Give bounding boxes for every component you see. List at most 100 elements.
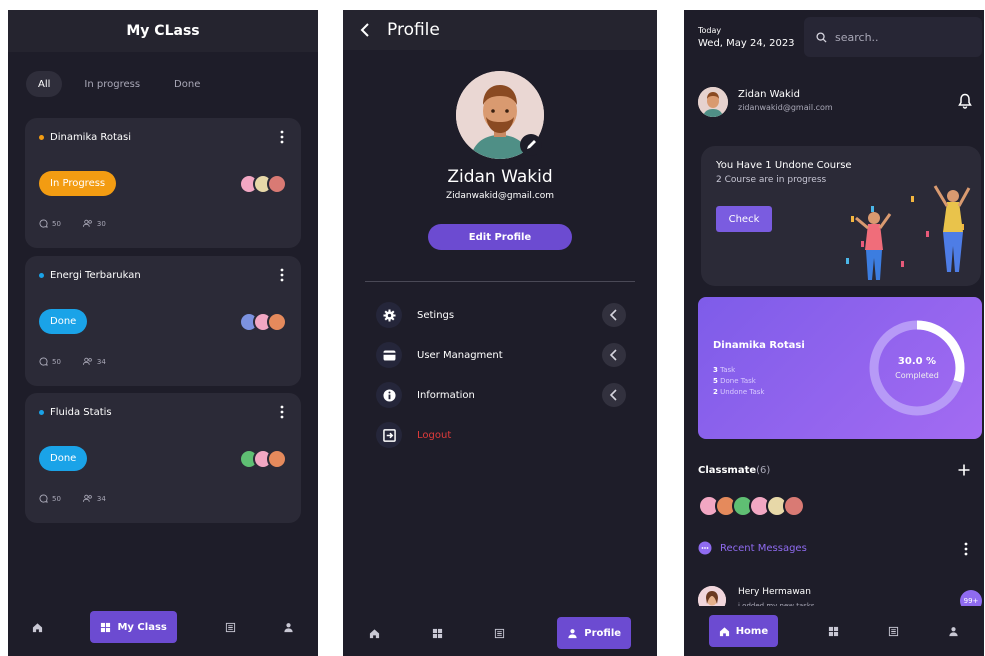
user-icon bbox=[568, 628, 577, 638]
nav-tasks[interactable] bbox=[494, 628, 505, 639]
bottom-nav: Profile bbox=[343, 610, 657, 656]
nav-profile[interactable] bbox=[948, 626, 959, 637]
members-icon bbox=[82, 357, 92, 365]
today-label: Today bbox=[698, 26, 722, 35]
course-progress-card[interactable]: Dinamika Rotasi 3 Task 5 Done Task 2 Und… bbox=[698, 297, 982, 439]
plus-icon[interactable] bbox=[958, 464, 970, 476]
profile-header: Profile bbox=[343, 10, 657, 50]
chevron-left-icon bbox=[602, 303, 626, 327]
user-icon bbox=[949, 626, 958, 636]
course-card[interactable]: Dinamika Rotasi In Progress 50 30 bbox=[25, 118, 301, 248]
user-row: Zidan Wakid zidanwakid@gmail.com bbox=[698, 87, 974, 117]
profile-screen: Profile Zidan Wakid Zidanwakid@gmail.com… bbox=[343, 10, 657, 656]
check-button[interactable]: Check bbox=[716, 206, 772, 232]
nav-my-class[interactable] bbox=[432, 628, 443, 639]
done-label: Done Task bbox=[720, 377, 756, 385]
filter-tabs: All In progress Done bbox=[26, 71, 212, 97]
nav-home[interactable]: Home bbox=[708, 615, 779, 647]
comment-count: 50 bbox=[52, 357, 61, 366]
user-icon bbox=[284, 622, 293, 632]
pencil-icon bbox=[527, 140, 536, 149]
status-badge: Done bbox=[39, 309, 88, 334]
task-count: 3 bbox=[713, 366, 718, 374]
menu-label: Information bbox=[417, 389, 475, 401]
my-class-screen: My CLass All In progress Done Dinamika R… bbox=[8, 10, 318, 656]
course-name: Fluida Statis bbox=[50, 407, 112, 418]
information-icon-wrap bbox=[376, 382, 402, 408]
avatar bbox=[267, 312, 287, 332]
nav-my-class[interactable] bbox=[828, 626, 839, 637]
logout-icon-wrap bbox=[376, 422, 402, 448]
course-title: Fluida Statis bbox=[39, 407, 112, 418]
course-card[interactable]: Fluida Statis Done 50 34 bbox=[25, 393, 301, 523]
divider bbox=[365, 281, 635, 282]
logout-label: Logout bbox=[417, 429, 452, 441]
course-title: Dinamika Rotasi bbox=[713, 340, 805, 351]
member-count: 34 bbox=[96, 494, 106, 503]
home-icon bbox=[32, 622, 42, 632]
more-vertical-icon[interactable] bbox=[277, 405, 287, 419]
recent-messages-heading: Recent Messages bbox=[698, 541, 807, 555]
avatar[interactable] bbox=[783, 495, 805, 517]
nav-tasks[interactable] bbox=[888, 626, 899, 637]
members-icon bbox=[82, 494, 92, 502]
current-date: Wed, May 24, 2023 bbox=[698, 38, 795, 49]
undone-course-card: You Have 1 Undone Course 2 Course are in… bbox=[701, 146, 981, 286]
nav-home[interactable] bbox=[32, 622, 43, 633]
card-icon bbox=[383, 349, 395, 361]
nav-profile[interactable]: Profile bbox=[557, 617, 632, 649]
book-icon bbox=[225, 622, 235, 632]
course-meta: 50 30 bbox=[39, 219, 106, 228]
back-arrow-icon[interactable] bbox=[359, 22, 371, 38]
nav-home[interactable] bbox=[369, 628, 380, 639]
profile-email: Zidanwakid@gmail.com bbox=[446, 191, 554, 201]
edit-profile-button[interactable]: Edit Profile bbox=[428, 224, 572, 250]
menu-label: User Managment bbox=[417, 349, 503, 361]
home-icon bbox=[719, 626, 729, 636]
home-icon bbox=[369, 628, 379, 638]
course-meta: 50 34 bbox=[39, 494, 106, 503]
progress-percent: 30.0 % bbox=[897, 356, 937, 367]
more-vertical-icon[interactable] bbox=[277, 268, 287, 282]
menu-item-information[interactable]: Information bbox=[376, 382, 626, 408]
course-card[interactable]: Energi Terbarukan Done 50 34 bbox=[25, 256, 301, 386]
done-count: 5 bbox=[713, 377, 718, 385]
celebration-illustration bbox=[846, 185, 971, 280]
comment-count: 50 bbox=[52, 219, 61, 228]
progress-label: Completed bbox=[895, 371, 939, 380]
task-label: Task bbox=[720, 366, 736, 374]
nav-tasks[interactable] bbox=[225, 622, 236, 633]
chat-bubble-icon bbox=[698, 541, 712, 555]
more-vertical-icon[interactable] bbox=[964, 542, 968, 556]
menu-item-settings[interactable]: Setings bbox=[376, 302, 626, 328]
avatar bbox=[267, 449, 287, 469]
edit-avatar-button[interactable] bbox=[520, 134, 542, 156]
course-name: Dinamika Rotasi bbox=[50, 132, 132, 143]
info-icon bbox=[382, 388, 396, 402]
profile-name: Zidan Wakid bbox=[447, 167, 553, 187]
filter-all[interactable]: All bbox=[26, 71, 63, 97]
nav-label: Profile bbox=[584, 627, 622, 639]
filter-done[interactable]: Done bbox=[162, 71, 212, 97]
nav-label: My Class bbox=[117, 621, 167, 633]
status-dot bbox=[39, 273, 44, 278]
filter-in-progress[interactable]: In progress bbox=[72, 71, 152, 97]
nav-my-class[interactable]: My Class bbox=[90, 611, 177, 643]
menu-item-user-management[interactable]: User Managment bbox=[376, 342, 626, 368]
comment-count: 50 bbox=[52, 494, 61, 503]
search-input[interactable]: search.. bbox=[804, 17, 982, 57]
status-dot bbox=[39, 410, 44, 415]
nav-profile[interactable] bbox=[283, 622, 294, 633]
more-vertical-icon[interactable] bbox=[277, 130, 287, 144]
classmate-heading: Classmate(6) bbox=[698, 465, 770, 476]
member-avatars bbox=[239, 312, 287, 332]
comment-icon bbox=[39, 494, 48, 503]
bottom-nav: My Class bbox=[8, 598, 318, 656]
bell-icon[interactable] bbox=[958, 93, 972, 109]
undone-label: Undone Task bbox=[720, 388, 765, 396]
avatar bbox=[267, 174, 287, 194]
nav-label: Home bbox=[735, 625, 769, 637]
menu-item-logout[interactable]: Logout bbox=[376, 422, 626, 448]
gear-icon bbox=[382, 308, 396, 322]
book-icon bbox=[495, 628, 505, 638]
